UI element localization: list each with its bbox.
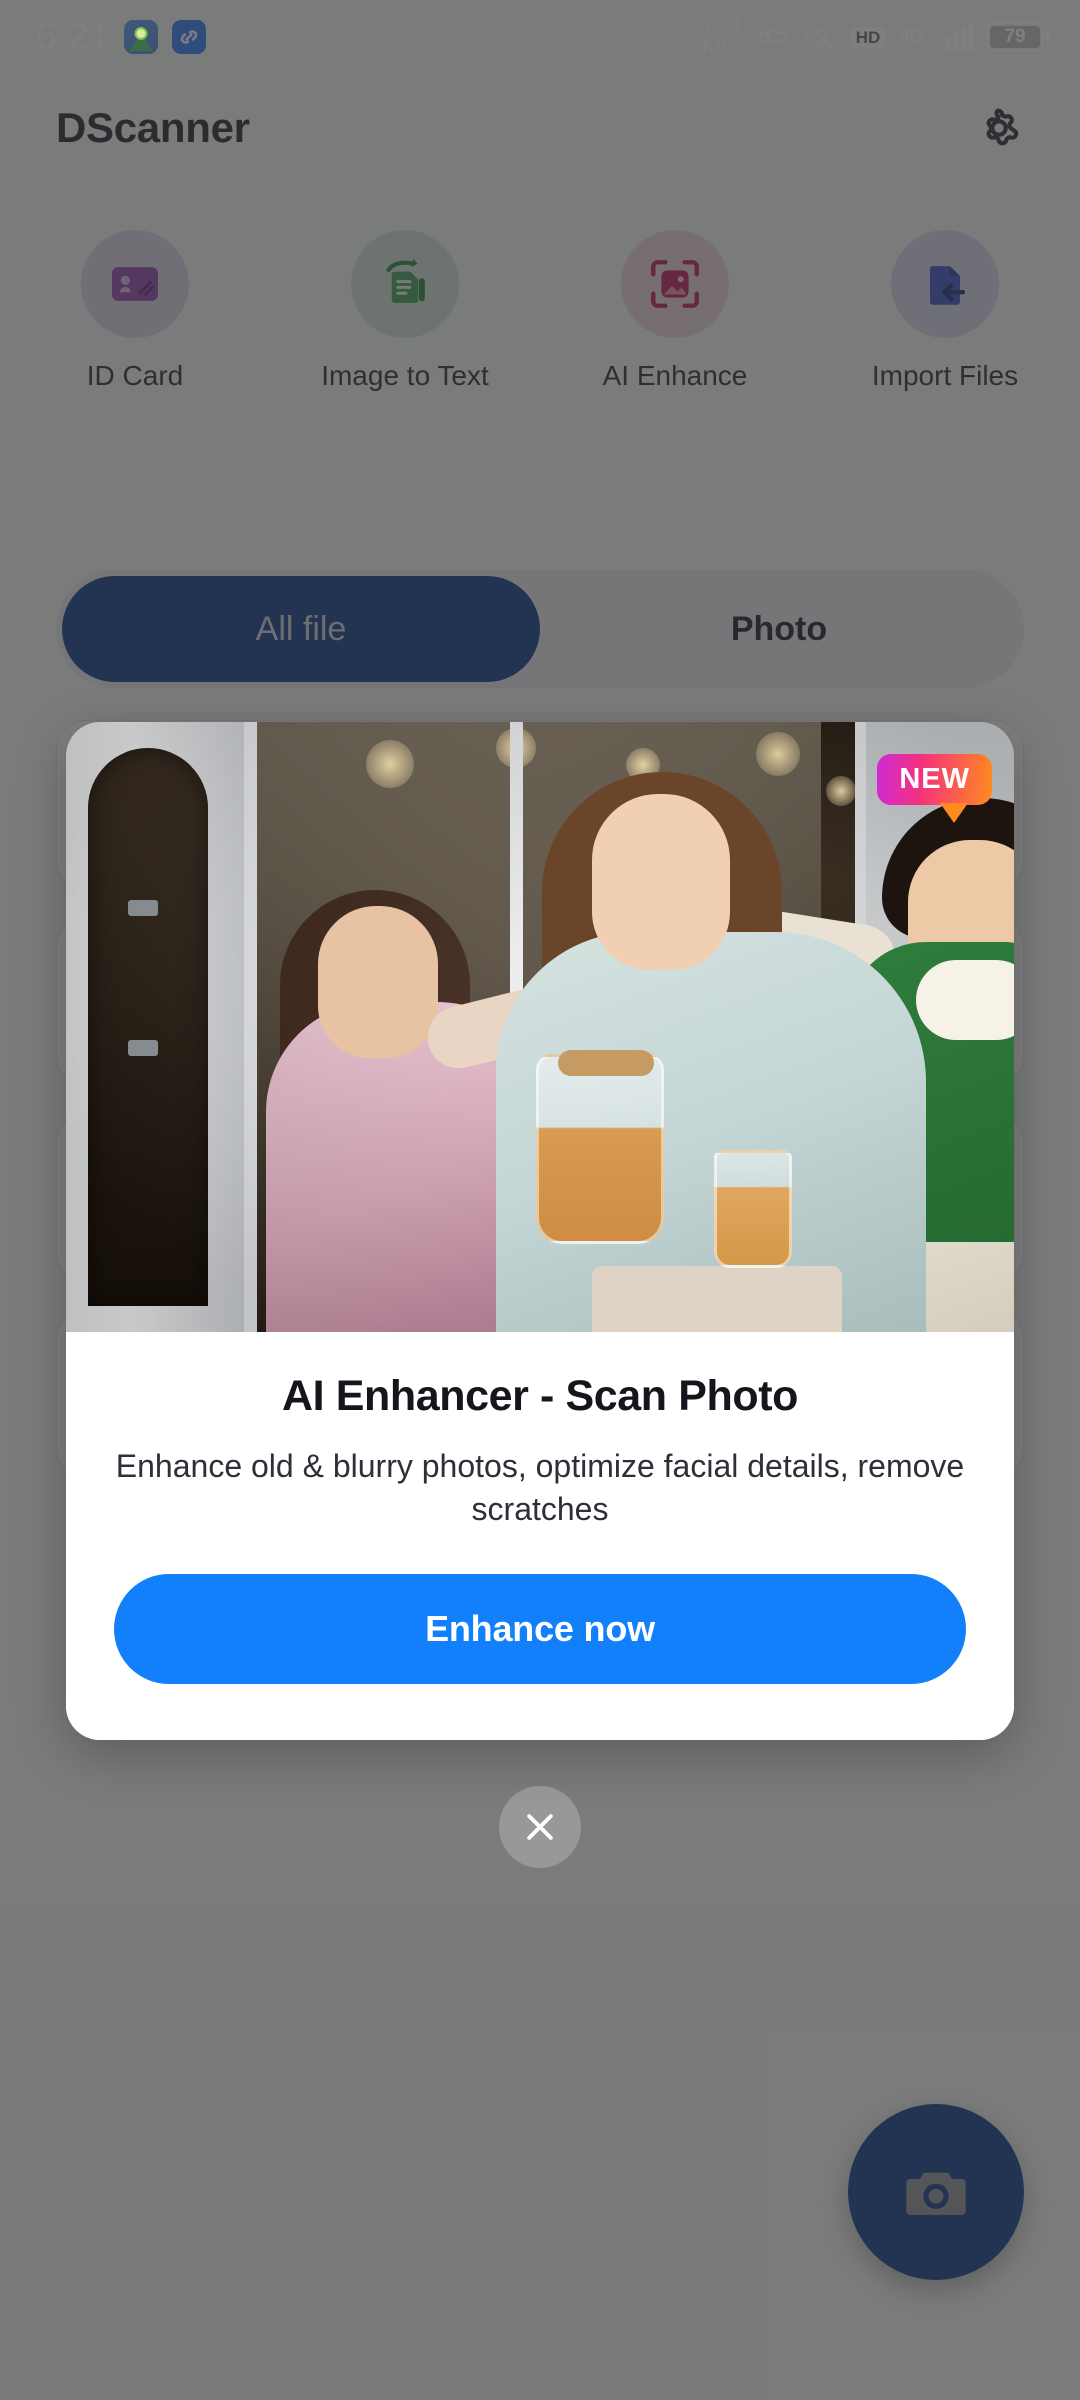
new-badge: NEW <box>877 754 992 823</box>
promo-body: AI Enhancer - Scan Photo Enhance old & b… <box>66 1332 1014 1741</box>
promo-modal: NEW AI Enhancer - Scan Photo Enhance old… <box>66 722 1014 1869</box>
promo-card: NEW AI Enhancer - Scan Photo Enhance old… <box>66 722 1014 1741</box>
promo-description: Enhance old & blurry photos, optimize fa… <box>115 1448 965 1527</box>
promo-image: NEW <box>66 722 1014 1332</box>
enhance-now-button[interactable]: Enhance now <box>114 1574 966 1685</box>
close-icon <box>527 1814 553 1840</box>
close-modal-button[interactable] <box>499 1786 581 1869</box>
promo-title: AI Enhancer - Scan Photo <box>281 1372 799 1420</box>
person-center <box>496 772 926 1332</box>
